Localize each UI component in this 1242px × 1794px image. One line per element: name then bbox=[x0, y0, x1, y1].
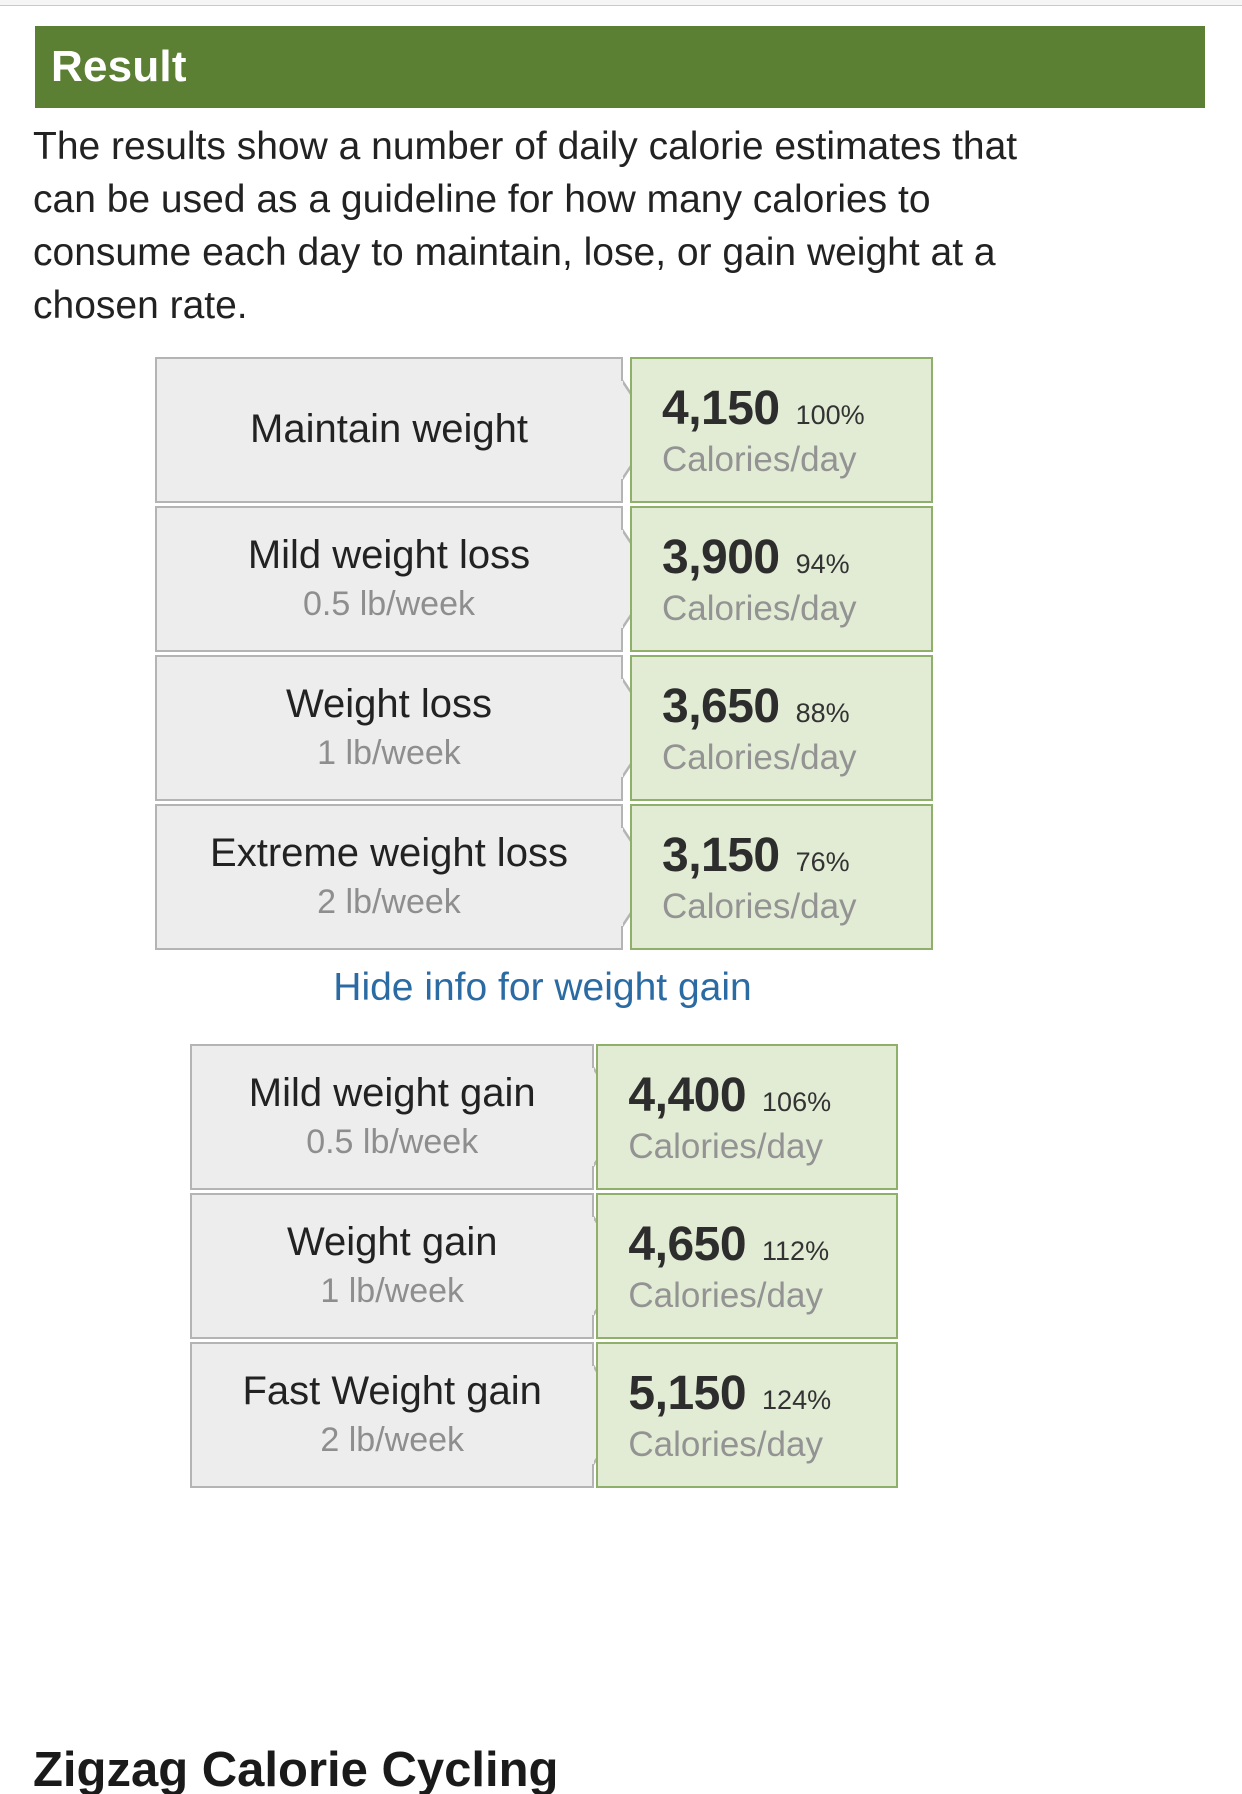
row-unit: Calories/day bbox=[662, 588, 857, 628]
row-value-box: 3,650 88% Calories/day bbox=[630, 655, 933, 801]
row-unit: Calories/day bbox=[662, 886, 857, 926]
result-page: Result The results show a number of dail… bbox=[0, 0, 1242, 1794]
row-unit: Calories/day bbox=[662, 737, 857, 777]
intro-paragraph: The results show a number of daily calor… bbox=[33, 125, 1018, 327]
hide-weight-gain-link[interactable]: Hide info for weight gain bbox=[333, 966, 751, 1009]
weight-loss-results-table: Maintain weight 4,150 100% Calories/day … bbox=[155, 357, 933, 953]
row-label: Fast Weight gain bbox=[242, 1369, 542, 1414]
row-calories: 3,650 bbox=[662, 679, 780, 733]
row-rate: 1 lb/week bbox=[317, 733, 461, 772]
table-row: Mild weight loss 0.5 lb/week 3,900 94% C… bbox=[155, 506, 933, 652]
row-percent: 106% bbox=[762, 1086, 832, 1117]
row-value-box: 4,150 100% Calories/day bbox=[630, 357, 933, 503]
row-rate: 2 lb/week bbox=[317, 882, 461, 921]
row-unit: Calories/day bbox=[628, 1275, 823, 1315]
row-calories: 4,400 bbox=[628, 1068, 747, 1122]
row-value-box: 4,400 106% Calories/day bbox=[596, 1044, 898, 1190]
table-row: Extreme weight loss 2 lb/week 3,150 76% … bbox=[155, 804, 933, 950]
row-rate: 2 lb/week bbox=[320, 1420, 465, 1459]
row-label: Weight loss bbox=[285, 682, 492, 727]
row-calories: 3,150 bbox=[662, 828, 780, 882]
row-label-box: Fast Weight gain 2 lb/week bbox=[190, 1342, 628, 1488]
row-calories: 4,650 bbox=[628, 1217, 747, 1271]
row-unit: Calories/day bbox=[628, 1424, 823, 1464]
row-label-box: Mild weight loss 0.5 lb/week bbox=[155, 506, 657, 652]
row-calories: 3,900 bbox=[662, 530, 780, 584]
table-row: Fast Weight gain 2 lb/week 5,150 124% Ca… bbox=[190, 1342, 898, 1488]
row-label-box: Extreme weight loss 2 lb/week bbox=[155, 804, 657, 950]
table-row: Weight loss 1 lb/week 3,650 88% Calories… bbox=[155, 655, 933, 801]
row-label: Mild weight gain bbox=[248, 1071, 536, 1116]
row-value-box: 3,150 76% Calories/day bbox=[630, 804, 933, 950]
browser-chrome-strip bbox=[0, 0, 1242, 6]
row-percent: 112% bbox=[762, 1235, 830, 1266]
row-label-box: Weight gain 1 lb/week bbox=[190, 1193, 628, 1339]
row-label: Extreme weight loss bbox=[210, 831, 568, 876]
row-rate: 0.5 lb/week bbox=[303, 584, 475, 623]
row-label: Mild weight loss bbox=[247, 533, 531, 578]
row-value-box: 3,900 94% Calories/day bbox=[630, 506, 933, 652]
row-percent: 100% bbox=[795, 399, 865, 430]
row-rate: 1 lb/week bbox=[320, 1271, 465, 1310]
row-label-box: Weight loss 1 lb/week bbox=[155, 655, 657, 801]
row-value-box: 5,150 124% Calories/day bbox=[596, 1342, 898, 1488]
row-rate: 0.5 lb/week bbox=[306, 1122, 479, 1161]
table-row: Maintain weight 4,150 100% Calories/day bbox=[155, 357, 933, 503]
row-value-box: 4,650 112% Calories/day bbox=[596, 1193, 898, 1339]
row-label-box: Maintain weight bbox=[155, 357, 657, 503]
row-unit: Calories/day bbox=[628, 1126, 823, 1166]
page-title: Result bbox=[51, 42, 187, 91]
row-label: Maintain weight bbox=[250, 407, 528, 452]
row-calories: 5,150 bbox=[628, 1366, 747, 1420]
row-percent: 94% bbox=[795, 548, 850, 579]
row-unit: Calories/day bbox=[662, 439, 857, 479]
zigzag-section-heading: Zigzag Calorie Cycling bbox=[33, 1743, 559, 1794]
row-calories: 4,150 bbox=[662, 381, 780, 435]
toggle-weight-gain-wrapper: Hide info for weight gain bbox=[0, 966, 1085, 1010]
row-label-box: Mild weight gain 0.5 lb/week bbox=[190, 1044, 628, 1190]
table-row: Weight gain 1 lb/week 4,650 112% Calorie… bbox=[190, 1193, 898, 1339]
result-header-bar: Result bbox=[35, 26, 1205, 108]
row-label: Weight gain bbox=[286, 1220, 498, 1265]
weight-gain-results-table: Mild weight gain 0.5 lb/week 4,400 106% … bbox=[190, 1044, 898, 1491]
row-percent: 124% bbox=[762, 1384, 832, 1415]
row-percent: 88% bbox=[795, 697, 850, 728]
table-row: Mild weight gain 0.5 lb/week 4,400 106% … bbox=[190, 1044, 898, 1190]
row-percent: 76% bbox=[795, 846, 850, 877]
